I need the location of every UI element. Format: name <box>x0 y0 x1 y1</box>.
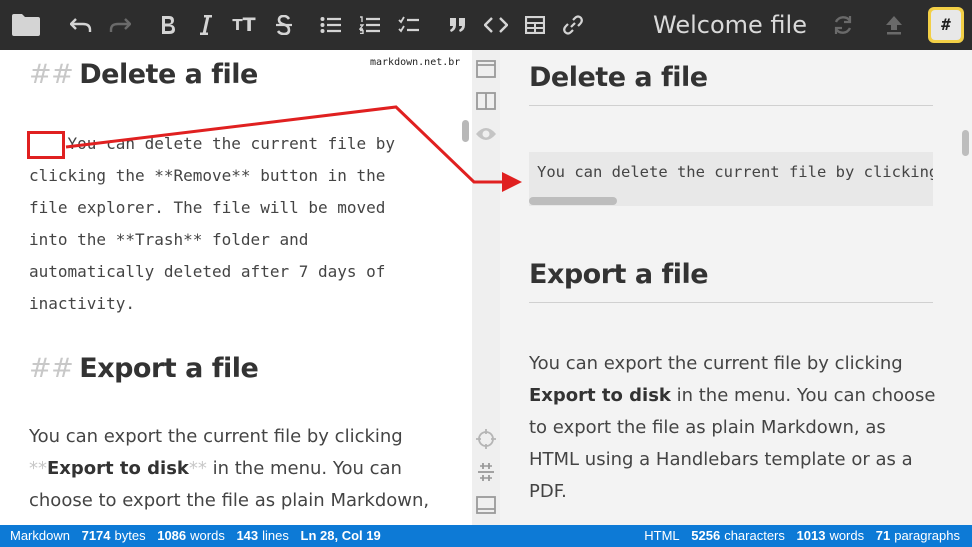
code-line: file explorer. The file will be moved <box>29 198 386 217</box>
status-bytes-label: bytes <box>114 528 146 543</box>
status-words: 1086 <box>157 528 187 543</box>
heading-hashes: ## <box>29 353 74 384</box>
document-title[interactable]: Welcome file <box>640 9 820 41</box>
status-words-label: words <box>829 528 865 543</box>
preview-heading-export: Export a file <box>529 259 933 303</box>
code-line: automatically deleted after 7 days of <box>29 262 386 281</box>
publish-icon[interactable] <box>880 11 908 39</box>
preview-heading-delete: Delete a file <box>529 62 933 106</box>
status-words-label: words <box>190 528 225 543</box>
bold-text: Export to disk <box>529 385 671 406</box>
status-bytes: 7174 <box>81 528 111 543</box>
strikethrough-icon[interactable] <box>270 11 298 39</box>
status-mode: HTML <box>644 528 680 543</box>
status-paragraphs: 71 <box>875 528 891 543</box>
heading-hashes: ## <box>29 59 74 90</box>
quote-icon[interactable] <box>444 11 472 39</box>
hash-icon: # <box>931 10 961 40</box>
bold-text: Export to disk <box>47 458 189 479</box>
code-line: You can delete the current file by click… <box>537 163 933 181</box>
status-characters: 5256 <box>691 528 721 543</box>
status-lines-label: lines <box>262 528 289 543</box>
status-lines: 143 <box>236 528 259 543</box>
scroll-sync-icon[interactable] <box>475 428 497 450</box>
status-mode: Markdown <box>10 528 70 543</box>
navigation-bar-icon[interactable] <box>475 461 497 483</box>
code-line: into the **Trash** folder and <box>29 230 309 249</box>
heading-text: Export a file <box>79 353 259 384</box>
checklist-icon[interactable] <box>395 11 423 39</box>
markdown-editor[interactable]: markdown.net.br ## Delete a file You can … <box>0 50 472 525</box>
status-bar-icon[interactable] <box>475 494 497 516</box>
code-icon[interactable] <box>482 11 510 39</box>
status-characters-label: characters <box>724 528 785 543</box>
link-icon[interactable] <box>559 11 587 39</box>
ordered-list-icon[interactable] <box>356 11 384 39</box>
italic-icon[interactable] <box>192 11 220 39</box>
undo-icon[interactable] <box>67 11 95 39</box>
top-toolbar: TT Welcome file # <box>0 0 972 50</box>
code-line: inactivity. <box>29 294 135 313</box>
code-line: clicking the **Remove** button in the <box>29 166 386 185</box>
editor-heading-delete: ## Delete a file <box>29 59 258 90</box>
preview-scrollbar[interactable] <box>962 130 969 156</box>
annotation-highlight-box <box>27 131 65 159</box>
code-block-scrollbar[interactable] <box>529 197 617 205</box>
heading-icon[interactable]: TT <box>230 11 258 39</box>
split-view-icon[interactable] <box>475 90 497 112</box>
workspace-icon[interactable]: # <box>928 7 964 43</box>
preview-icon[interactable] <box>475 123 497 145</box>
code-line: You can delete the current file by <box>29 134 396 153</box>
folder-icon[interactable] <box>10 11 42 39</box>
preview-paragraph-export: You can export the current file by click… <box>529 348 939 508</box>
bold-mark-open: ** <box>29 458 47 479</box>
status-paragraphs-label: paragraphs <box>894 528 960 543</box>
redo-icon[interactable] <box>106 11 134 39</box>
status-left: Markdown 7174 bytes 1086 words 143 lines Ln… <box>10 525 385 547</box>
html-preview[interactable]: Delete a file You can delete the current… <box>500 50 972 525</box>
status-cursor-position: Ln 28, Col 19 <box>300 528 381 543</box>
sync-icon[interactable] <box>829 11 857 39</box>
bold-icon[interactable] <box>154 11 182 39</box>
para-text: You can export the current file by click… <box>529 353 903 374</box>
unordered-list-icon[interactable] <box>317 11 345 39</box>
editor-heading-export: ## Export a file <box>29 353 259 384</box>
side-button-bar <box>472 50 500 525</box>
status-words: 1013 <box>796 528 826 543</box>
heading-text: Delete a file <box>79 59 258 90</box>
toggle-sidebar-icon[interactable] <box>475 58 497 80</box>
table-icon[interactable] <box>521 11 549 39</box>
editor-scrollbar[interactable] <box>462 120 469 142</box>
watermark: markdown.net.br <box>370 57 461 68</box>
status-right: HTML 5256 characters 1013 words 71 paragrap… <box>644 525 960 547</box>
para-text: You can export the current file by click… <box>29 426 403 447</box>
editor-paragraph-export: You can export the current file by click… <box>29 421 454 525</box>
bold-mark-close: ** <box>188 458 207 479</box>
status-bar: Markdown 7174 bytes 1086 words 143 lines Ln… <box>0 525 972 547</box>
preview-code-block[interactable]: You can delete the current file by click… <box>529 152 933 206</box>
